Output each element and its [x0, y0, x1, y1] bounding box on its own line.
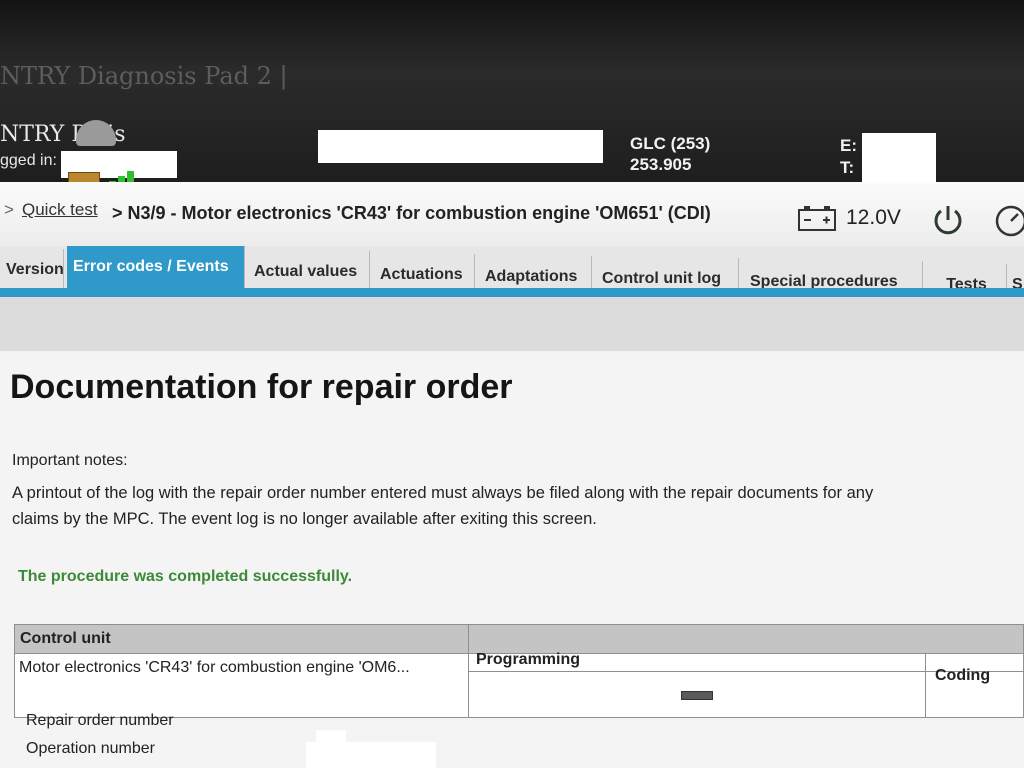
col-header-coding: Coding	[935, 667, 991, 684]
tab-actual-values[interactable]: Actual values	[248, 251, 370, 293]
tab-underline	[0, 288, 1024, 297]
programming-status-indicator	[681, 691, 713, 700]
logged-in-label: gged in:	[0, 152, 57, 169]
battery-voltage: 12.0V	[846, 206, 901, 229]
battery-icon	[798, 206, 836, 231]
col-header-programming: Programming	[476, 651, 581, 668]
breadcrumb-quick-test-link[interactable]: Quick test	[22, 200, 98, 220]
vehicle-model: GLC (253)	[630, 134, 711, 153]
breadcrumb-separator: >	[4, 200, 14, 219]
redacted-operation-number	[306, 742, 436, 768]
repair-order-label: Repair order number	[26, 712, 174, 729]
redacted-repair-order	[316, 730, 346, 744]
app-title: NTRY Diagnosis Pad 2 |	[0, 62, 288, 90]
notes-label: Important notes:	[12, 452, 128, 469]
toolbar-band	[0, 297, 1024, 351]
gauge-icon[interactable]	[994, 204, 1024, 238]
tab-version[interactable]: Version	[0, 249, 64, 291]
redacted-e-t	[862, 133, 936, 182]
breadcrumb-current: > N3/9 - Motor electronics 'CR43' for co…	[112, 203, 711, 223]
page-title: Documentation for repair order	[10, 368, 513, 406]
redacted-field	[318, 130, 603, 163]
col-divider	[925, 653, 926, 717]
e-label: E:	[840, 136, 857, 155]
success-message: The procedure was completed successfully…	[18, 568, 353, 585]
control-unit-table: Control unit Programming Coding Motor el…	[14, 624, 1024, 718]
cell-control-unit: Motor electronics 'CR43' for combustion …	[19, 659, 410, 676]
power-icon[interactable]	[930, 202, 966, 238]
notes-line-2: claims by the MPC. The event log is no l…	[12, 510, 597, 528]
t-label: T:	[840, 158, 855, 177]
tab-error-codes-events[interactable]: Error codes / Events	[67, 246, 245, 288]
notes-line-1: A printout of the log with the repair or…	[12, 484, 874, 502]
operation-number-label: Operation number	[26, 740, 155, 757]
vehicle-code: 253.905	[630, 155, 692, 174]
col-header-control-unit: Control unit	[20, 630, 111, 647]
table-header-row	[15, 625, 1023, 653]
